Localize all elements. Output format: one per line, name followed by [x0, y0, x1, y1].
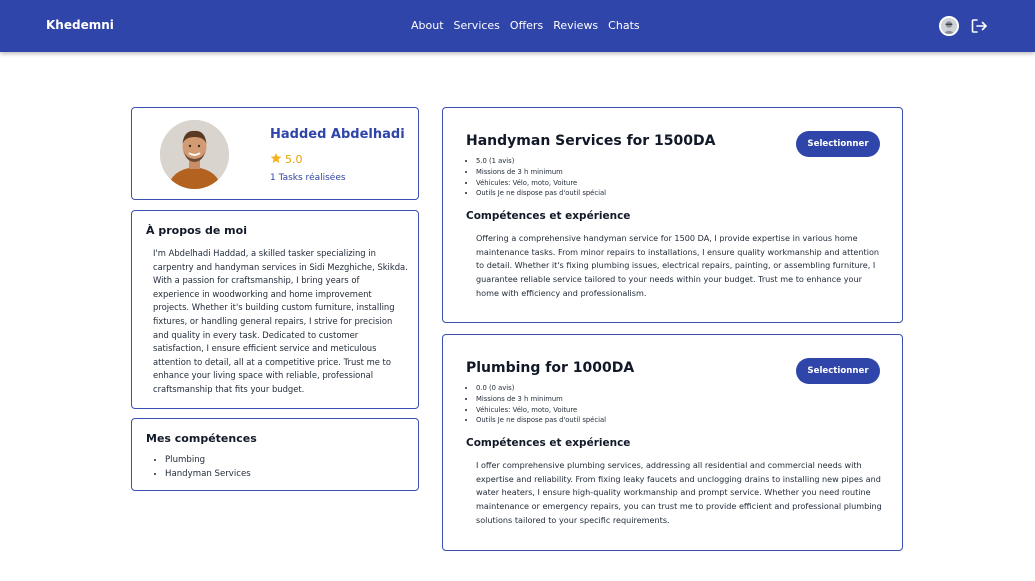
- service-rating: 0.0 (0 avis): [476, 383, 606, 394]
- about-card: À propos de moi I'm Abdelhadi Haddad, a …: [131, 210, 419, 409]
- skills-list: Plumbing Handyman Services: [165, 454, 251, 481]
- nav-link-about[interactable]: About: [411, 19, 444, 32]
- nav-links: About Services Offers Reviews Chats: [411, 19, 640, 32]
- service-subtitle: Compétences et expérience: [466, 437, 631, 449]
- service-meta: 5.0 (1 avis) Missions de 3 h minimum Véh…: [476, 156, 606, 199]
- service-tools: Outils Je ne dispose pas d'outil spécial: [476, 188, 606, 199]
- star-icon: [270, 152, 282, 167]
- nav-link-chats[interactable]: Chats: [608, 19, 639, 32]
- service-tools: Outils Je ne dispose pas d'outil spécial: [476, 415, 606, 426]
- profile-rating: 5.0: [270, 152, 303, 167]
- select-button[interactable]: Selectionner: [796, 131, 880, 157]
- tasks-count: 1 Tasks réalisées: [270, 173, 346, 183]
- skills-title: Mes compétences: [146, 432, 257, 445]
- skills-card: Mes compétences Plumbing Handyman Servic…: [131, 418, 419, 491]
- about-text: I'm Abdelhadi Haddad, a skilled tasker s…: [153, 248, 408, 394]
- skill-item: Handyman Services: [165, 468, 251, 482]
- service-min-duration: Missions de 3 h minimum: [476, 167, 606, 178]
- service-rating: 5.0 (1 avis): [476, 156, 606, 167]
- user-avatar[interactable]: [939, 16, 959, 36]
- service-min-duration: Missions de 3 h minimum: [476, 394, 606, 405]
- service-description: I offer comprehensive plumbing services,…: [476, 460, 882, 525]
- brand-logo[interactable]: Khedemni: [46, 18, 114, 32]
- logout-icon[interactable]: [970, 17, 988, 35]
- nav-link-offers[interactable]: Offers: [510, 19, 543, 32]
- service-vehicles: Véhicules: Vélo, moto, Voiture: [476, 405, 606, 416]
- skill-item: Plumbing: [165, 454, 251, 468]
- rating-value: 5.0: [285, 153, 303, 166]
- service-subtitle: Compétences et expérience: [466, 210, 631, 222]
- nav-link-services[interactable]: Services: [454, 19, 500, 32]
- service-vehicles: Véhicules: Vélo, moto, Voiture: [476, 178, 606, 189]
- profile-name: Hadded Abdelhadi: [270, 127, 405, 142]
- service-card-plumbing: Plumbing for 1000DA Selectionner 0.0 (0 …: [442, 334, 903, 551]
- service-title: Plumbing for 1000DA: [466, 360, 635, 376]
- navbar: Khedemni About Services Offers Reviews C…: [0, 0, 1035, 52]
- service-description: Offering a comprehensive handyman servic…: [476, 233, 880, 298]
- profile-photo: [160, 120, 229, 189]
- service-meta: 0.0 (0 avis) Missions de 3 h minimum Véh…: [476, 383, 606, 426]
- nav-link-reviews[interactable]: Reviews: [553, 19, 598, 32]
- service-card-handyman: Handyman Services for 1500DA Selectionne…: [442, 107, 903, 323]
- profile-card: Hadded Abdelhadi 5.0 1 Tasks réalisées: [131, 107, 419, 200]
- about-title: À propos de moi: [146, 224, 247, 237]
- select-button[interactable]: Selectionner: [796, 358, 880, 384]
- service-title: Handyman Services for 1500DA: [466, 133, 716, 149]
